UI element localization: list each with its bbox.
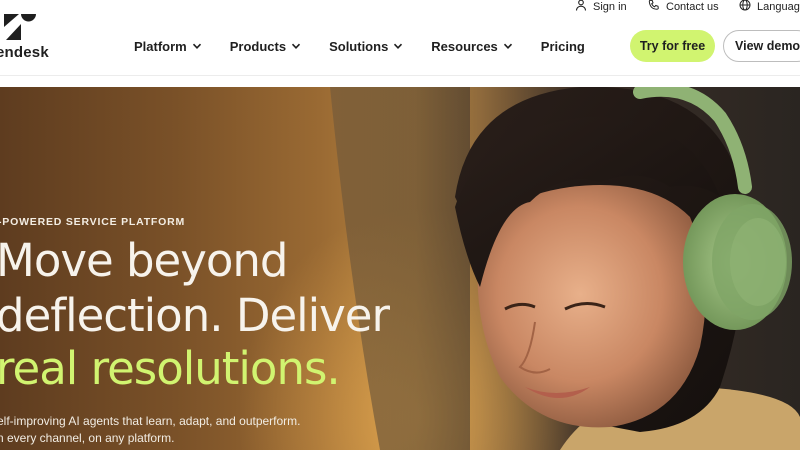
view-demo-button[interactable]: View demo: [723, 30, 800, 62]
nav-item-label: Products: [229, 38, 287, 54]
logo-wordmark: endesk: [0, 44, 49, 61]
utility-bar: Sign in Contact us Languag: [0, 0, 800, 14]
nav-item-products[interactable]: Products: [230, 39, 301, 54]
chevron-down-icon: [394, 43, 403, 49]
language-selector[interactable]: Languag: [739, 0, 800, 13]
chevron-down-icon: [192, 43, 201, 49]
zendesk-mark-icon: [4, 14, 36, 40]
nav-item-solutions[interactable]: Solutions: [329, 39, 403, 54]
header-divider: [0, 75, 800, 76]
person-icon: [575, 0, 587, 14]
hero-headline-line-2: deflection. Deliver: [0, 289, 390, 342]
nav-item-label: Solutions: [329, 38, 389, 54]
primary-nav: Platform Products Solutions Resources Pr…: [134, 36, 585, 56]
globe-icon: [739, 0, 751, 14]
try-for-free-button[interactable]: Try for free: [630, 30, 715, 62]
nav-item-label: Pricing: [540, 38, 585, 54]
sign-in-link[interactable]: Sign in: [575, 0, 627, 13]
contact-us-label: Contact us: [666, 0, 719, 13]
chevron-down-icon: [503, 43, 512, 49]
sign-in-label: Sign in: [593, 0, 627, 13]
nav-item-pricing[interactable]: Pricing: [541, 39, 585, 54]
hero-headline-line-3: real resolutions.: [0, 342, 341, 395]
contact-us-link[interactable]: Contact us: [648, 0, 719, 13]
hero-section: -POWERED SERVICE PLATFORM Move beyond de…: [0, 87, 800, 450]
hero-subcopy-line-2: n every channel, on any platform.: [0, 431, 175, 445]
nav-item-platform[interactable]: Platform: [134, 39, 202, 54]
nav-item-resources[interactable]: Resources: [431, 39, 512, 54]
language-label: Languag: [757, 0, 800, 13]
nav-item-label: Resources: [431, 38, 498, 54]
phone-icon: [648, 0, 660, 14]
nav-item-label: Platform: [134, 38, 187, 54]
chevron-down-icon: [292, 43, 301, 49]
hero-subcopy-line-1: elf-improving AI agents that learn, adap…: [0, 414, 301, 428]
zendesk-logo[interactable]: endesk: [0, 14, 66, 66]
hero-headline-line-1: Move beyond: [0, 234, 288, 287]
hero-eyebrow: -POWERED SERVICE PLATFORM: [0, 216, 186, 228]
